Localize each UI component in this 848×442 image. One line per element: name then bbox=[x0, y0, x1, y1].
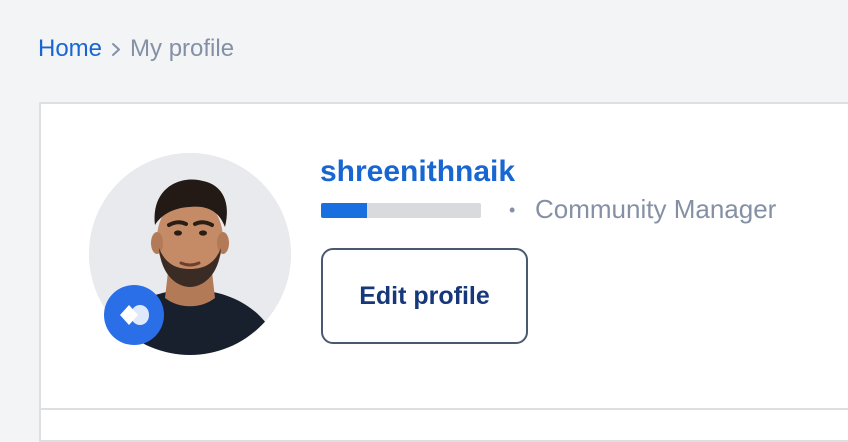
community-badge-icon bbox=[104, 285, 164, 345]
edit-profile-button[interactable]: Edit profile bbox=[321, 248, 528, 344]
rank-progress-bar bbox=[321, 203, 481, 218]
role-separator: • bbox=[509, 200, 516, 220]
breadcrumb: Home My profile bbox=[38, 33, 234, 65]
card-divider bbox=[41, 408, 848, 410]
user-role: Community Manager bbox=[535, 194, 777, 224]
rank-progress-fill bbox=[321, 203, 368, 218]
breadcrumb-home-link[interactable]: Home bbox=[38, 33, 102, 65]
chevron-right-icon bbox=[102, 41, 130, 57]
profile-card: shreenithnaik • Community Manager Edit p… bbox=[39, 102, 848, 442]
breadcrumb-current: My profile bbox=[130, 35, 235, 62]
username-link[interactable]: shreenithnaik bbox=[320, 153, 515, 191]
